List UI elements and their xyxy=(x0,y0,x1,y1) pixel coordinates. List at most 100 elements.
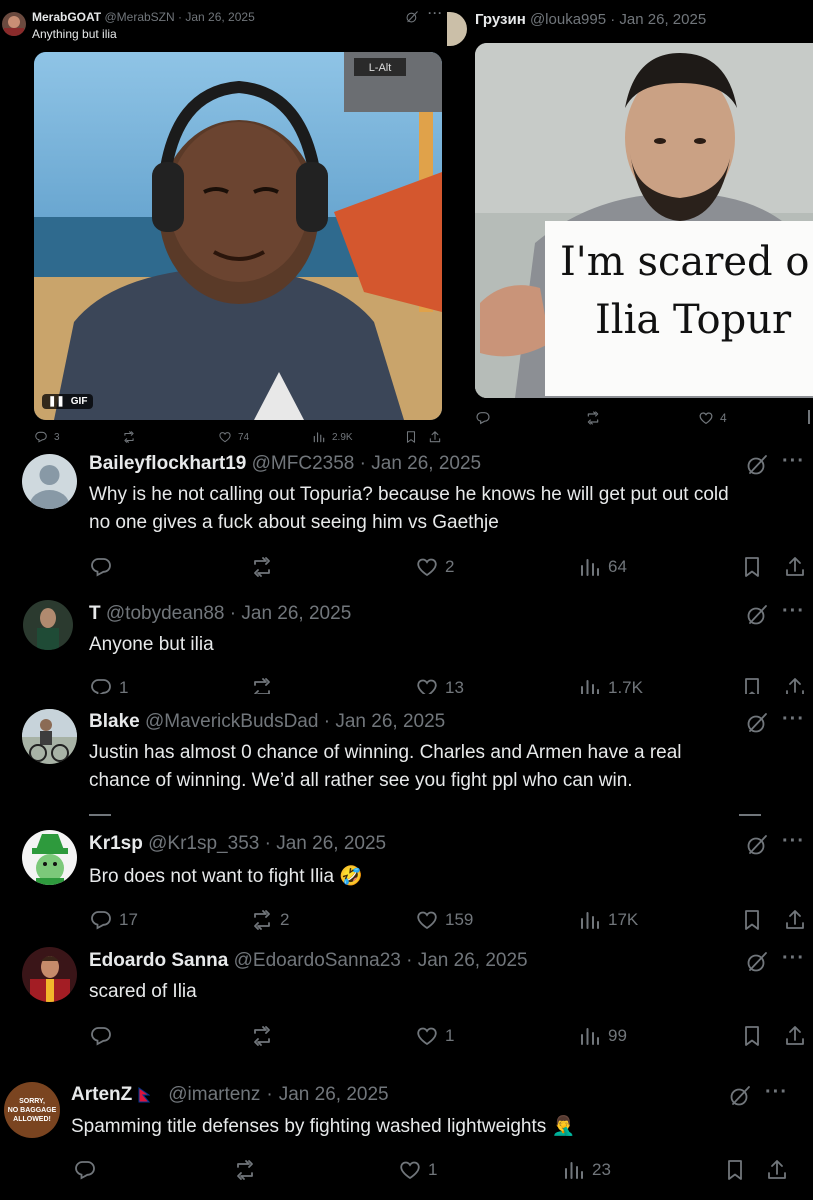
share-icon[interactable] xyxy=(428,430,442,444)
retweet-button[interactable] xyxy=(250,676,274,694)
like-button[interactable]: 13 xyxy=(415,676,464,694)
avatar[interactable]: SORRY, NO BAGGAGE ALLOWED! xyxy=(4,1082,60,1138)
like-button[interactable]: 4 xyxy=(698,410,727,426)
views-button[interactable]: 1.7K xyxy=(578,676,643,694)
retweet-icon xyxy=(250,676,274,694)
author-handle[interactable]: @MerabSZN xyxy=(104,10,174,24)
tweet-date[interactable]: Jan 26, 2025 xyxy=(279,1084,389,1106)
tweet-date[interactable]: Jan 26, 2025 xyxy=(241,603,351,624)
bookmark-icon[interactable] xyxy=(404,430,418,444)
more-icon[interactable]: ··· xyxy=(765,1081,788,1104)
more-icon[interactable]: ··· xyxy=(782,830,805,853)
share-icon[interactable] xyxy=(783,908,807,932)
author-name[interactable]: MerabGOAT xyxy=(32,10,101,24)
views-button[interactable]: 23 xyxy=(562,1158,611,1182)
reply-icon xyxy=(34,430,48,444)
author-handle[interactable]: @MFC2358 xyxy=(252,453,355,474)
author-handle[interactable]: @louka995 xyxy=(530,11,606,28)
reply-button[interactable] xyxy=(475,410,491,426)
views-icon xyxy=(578,676,602,694)
more-icon[interactable]: ··· xyxy=(428,6,443,20)
reply-icon xyxy=(89,908,113,932)
retweet-icon xyxy=(250,555,274,579)
author-handle[interactable]: @Kr1sp_353 xyxy=(148,833,259,854)
author-name[interactable]: Baileyflockhart19 xyxy=(89,453,246,474)
author-name[interactable]: Грузин xyxy=(475,11,526,28)
retweet-button[interactable] xyxy=(233,1158,257,1182)
tweet-photo[interactable]: I'm scared o Ilia Topur xyxy=(475,43,813,398)
bookmark-icon[interactable] xyxy=(740,1024,764,1048)
share-icon[interactable] xyxy=(783,1024,807,1048)
views-button[interactable]: 17K xyxy=(578,908,638,932)
reply-icon xyxy=(89,555,113,579)
author-name[interactable]: Kr1sp xyxy=(89,833,143,854)
tweet-date[interactable]: Jan 26, 2025 xyxy=(418,950,528,971)
bookmark-icon[interactable] xyxy=(740,908,764,932)
author-name[interactable]: Blake xyxy=(89,711,140,732)
avatar[interactable] xyxy=(2,12,26,36)
bookmark-icon[interactable] xyxy=(723,1158,747,1182)
grok-icon[interactable] xyxy=(728,1084,752,1108)
reply-edoardo-sanna: Edoardo Sanna @EdoardoSanna23 · Jan 26, … xyxy=(0,937,813,1062)
views-button[interactable]: 2.9K xyxy=(312,430,353,444)
author-name[interactable]: T xyxy=(89,603,101,624)
author-handle[interactable]: @imartenz xyxy=(168,1084,260,1106)
reply-button[interactable]: 3 xyxy=(34,430,60,444)
more-icon[interactable]: ··· xyxy=(782,708,805,731)
author-handle[interactable]: @EdoardoSanna23 xyxy=(234,950,401,971)
retweet-button[interactable] xyxy=(585,410,601,426)
tweet-date[interactable]: Jan 26, 2025 xyxy=(276,833,386,854)
tweet-date[interactable]: Jan 26, 2025 xyxy=(619,11,706,28)
retweet-button[interactable] xyxy=(250,555,274,579)
gif-badge[interactable]: ❚❚ GIF xyxy=(42,394,94,409)
like-button[interactable]: 74 xyxy=(218,430,249,444)
tweet-text-line2: no one gives a fuck about seeing him vs … xyxy=(89,512,499,533)
like-button[interactable]: 1 xyxy=(415,1024,454,1048)
retweet-button[interactable] xyxy=(250,1024,274,1048)
more-icon[interactable]: ··· xyxy=(782,450,805,473)
bookmark-icon[interactable] xyxy=(740,676,764,694)
share-icon[interactable] xyxy=(765,1158,789,1182)
more-icon[interactable]: ··· xyxy=(782,947,805,970)
retweet-button[interactable] xyxy=(122,430,136,444)
avatar[interactable] xyxy=(22,830,77,885)
author-handle[interactable]: @tobydean88 xyxy=(106,603,225,624)
retweet-icon xyxy=(250,1024,274,1048)
reply-button[interactable] xyxy=(89,1024,113,1048)
action-bar-cropped xyxy=(89,814,809,816)
grok-icon[interactable] xyxy=(405,10,419,24)
tweet-date[interactable]: Jan 26, 2025 xyxy=(371,453,481,474)
reply-button[interactable] xyxy=(89,555,113,579)
author-handle[interactable]: @MaverickBudsDad xyxy=(145,711,318,732)
views-icon[interactable] xyxy=(808,410,810,424)
avatar[interactable] xyxy=(447,12,467,46)
views-button[interactable]: 99 xyxy=(578,1024,627,1048)
grok-icon[interactable] xyxy=(745,833,769,857)
tweet-date[interactable]: Jan 26, 2025 xyxy=(185,10,254,24)
avatar[interactable] xyxy=(23,600,73,650)
reply-button[interactable]: 1 xyxy=(89,676,128,694)
like-button[interactable]: 159 xyxy=(415,908,473,932)
like-icon xyxy=(415,1024,439,1048)
avatar[interactable] xyxy=(22,454,77,509)
grok-icon[interactable] xyxy=(745,453,769,477)
like-button[interactable]: 1 xyxy=(398,1158,437,1182)
more-icon[interactable]: ··· xyxy=(782,600,805,623)
reply-button[interactable]: 17 xyxy=(89,908,138,932)
author-name[interactable]: Edoardo Sanna xyxy=(89,950,228,971)
gif-media[interactable]: L-Alt ❚❚ GIF xyxy=(34,52,442,420)
reply-button[interactable] xyxy=(73,1158,97,1182)
grok-icon[interactable] xyxy=(745,603,769,627)
views-button[interactable]: 64 xyxy=(578,555,627,579)
grok-icon[interactable] xyxy=(745,950,769,974)
share-icon[interactable] xyxy=(783,555,807,579)
bookmark-icon[interactable] xyxy=(740,555,764,579)
author-name[interactable]: ArtenZ xyxy=(71,1084,132,1106)
avatar[interactable] xyxy=(22,947,77,1002)
retweet-button[interactable]: 2 xyxy=(250,908,289,932)
share-icon[interactable] xyxy=(783,676,807,694)
grok-icon[interactable] xyxy=(745,711,769,735)
tweet-date[interactable]: Jan 26, 2025 xyxy=(335,711,445,732)
like-button[interactable]: 2 xyxy=(415,555,454,579)
avatar[interactable] xyxy=(22,709,77,764)
